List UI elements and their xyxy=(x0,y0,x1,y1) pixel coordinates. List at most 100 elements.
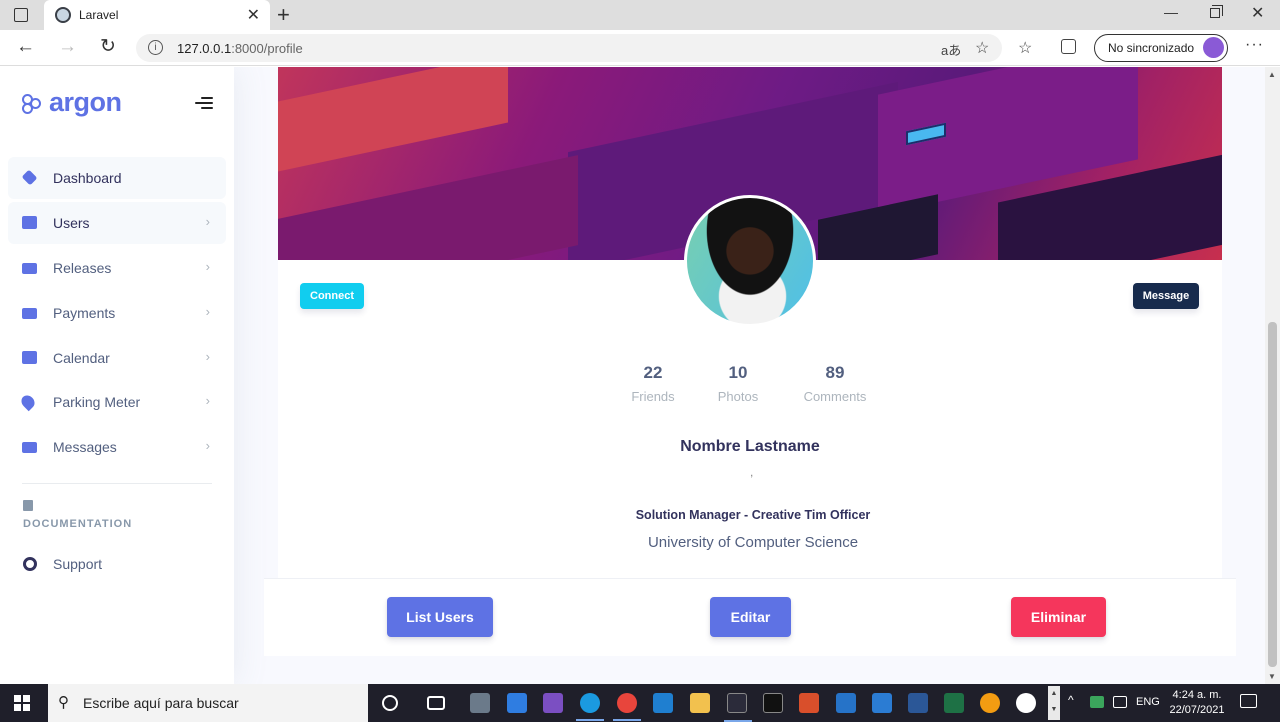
sidebar-item-label: Dashboard xyxy=(53,170,122,186)
support-link[interactable]: Support xyxy=(53,556,102,572)
stat-label: Comments xyxy=(803,389,867,404)
book-icon xyxy=(23,500,33,511)
tray-app-icon[interactable] xyxy=(1090,696,1104,708)
sidebar-item-payments[interactable]: Payments › xyxy=(8,292,226,334)
language-indicator[interactable]: ENG xyxy=(1136,696,1160,708)
support-icon[interactable] xyxy=(23,557,37,571)
mail-app-icon[interactable] xyxy=(872,693,892,713)
profile-avatar[interactable] xyxy=(684,195,816,327)
edit-button[interactable]: Editar xyxy=(710,597,791,637)
minimize-icon[interactable]: — xyxy=(1164,4,1178,20)
task-view-icon[interactable] xyxy=(427,696,445,710)
chevron-right-icon: › xyxy=(205,393,210,408)
sidebar-item-releases[interactable]: Releases › xyxy=(8,247,226,289)
sidebar-item-messages[interactable]: Messages › xyxy=(8,426,226,468)
favorites-icon[interactable]: ☆ xyxy=(1018,38,1032,58)
cmd-icon[interactable] xyxy=(763,693,783,713)
word-icon[interactable] xyxy=(908,693,928,713)
taskbar-clock[interactable]: 4:24 a. m. 22/07/2021 xyxy=(1166,688,1228,718)
sidebar-item-label: Payments xyxy=(53,305,116,321)
back-icon[interactable]: ← xyxy=(16,36,35,58)
calculator-icon[interactable] xyxy=(470,693,490,713)
address-bar[interactable]: i 127.0.0.1:8000/profile aあ ☆ xyxy=(136,34,1002,62)
url-text[interactable]: 127.0.0.1:8000/profile xyxy=(177,41,303,56)
stat-label: Photos xyxy=(717,389,759,404)
read-aloud-icon[interactable]: aあ xyxy=(941,40,961,59)
battery-icon[interactable] xyxy=(1113,696,1127,708)
mail-icon xyxy=(22,263,37,274)
edge-icon[interactable] xyxy=(576,693,604,721)
message-button[interactable]: Message xyxy=(1133,283,1199,309)
sidebar-item-users[interactable]: Users › xyxy=(8,202,226,244)
sidebar-item-label: Messages xyxy=(53,439,117,455)
taskbar-scroll[interactable]: ▲ ▼ xyxy=(1048,686,1060,720)
stat-value: 22 xyxy=(643,363,663,382)
documentation-heading: DOCUMENTATION xyxy=(23,518,133,530)
sidebar-item-label: Users xyxy=(53,215,90,231)
scroll-thumb[interactable] xyxy=(1268,322,1277,667)
git-icon[interactable] xyxy=(799,693,819,713)
scroll-down-icon[interactable]: ▼ xyxy=(1268,672,1276,681)
mail-icon xyxy=(22,442,37,453)
delete-button[interactable]: Eliminar xyxy=(1011,597,1106,637)
page-scrollbar[interactable]: ▲ ▼ xyxy=(1265,67,1280,684)
windows-taskbar: ⚲ Escribe aquí para buscar ▲ ▼ ^ ENG 4:24… xyxy=(0,684,1280,722)
sidebar-item-calendar[interactable]: Calendar › xyxy=(8,337,226,379)
profile-name: Nombre Lastname xyxy=(680,438,820,455)
forward-icon[interactable]: → xyxy=(58,36,77,58)
terminal-icon[interactable] xyxy=(724,693,752,722)
taskbar-search-placeholder: Escribe aquí para buscar xyxy=(83,695,239,711)
browser-tab[interactable]: Laravel ✕ xyxy=(44,0,270,30)
url-host: 127.0.0.1 xyxy=(177,41,232,56)
tab-favicon-icon xyxy=(55,7,71,23)
more-icon[interactable]: ··· xyxy=(1245,36,1264,54)
sidebar-item-label: Parking Meter xyxy=(53,394,141,410)
restore-icon[interactable] xyxy=(1210,5,1223,18)
browser-toolbar: ← → ↻ i 127.0.0.1:8000/profile aあ ☆ ☆ No… xyxy=(0,30,1280,66)
vscode-icon[interactable] xyxy=(653,693,673,713)
tab-actions-icon[interactable] xyxy=(14,8,28,22)
notifications-icon[interactable] xyxy=(1240,694,1257,708)
chrome-icon[interactable] xyxy=(613,693,641,721)
sidebar-item-label: Releases xyxy=(53,260,112,276)
file-explorer-icon[interactable] xyxy=(690,693,710,713)
cortana-icon[interactable] xyxy=(382,695,398,711)
brand-name: argon xyxy=(49,87,122,117)
list-users-button[interactable]: List Users xyxy=(387,597,493,637)
stat-value: 10 xyxy=(728,363,748,382)
stat-friends: 22 Friends xyxy=(608,363,698,404)
tab-close-icon[interactable]: ✕ xyxy=(247,5,260,25)
sidebar-item-parking-meter[interactable]: Parking Meter › xyxy=(8,381,226,423)
windows-start-icon[interactable] xyxy=(14,695,30,711)
reload-icon[interactable]: ↻ xyxy=(100,35,116,58)
stat-comments: 89 Comments xyxy=(790,363,880,404)
connect-button[interactable]: Connect xyxy=(300,283,364,309)
powershell-icon[interactable] xyxy=(836,693,856,713)
calendar-app-icon[interactable] xyxy=(507,693,527,713)
collections-icon[interactable] xyxy=(1061,39,1076,54)
sidenav-toggle-icon[interactable] xyxy=(195,97,213,112)
sidebar: argon Dashboard Users › Releases › Payme… xyxy=(0,67,234,684)
stat-value: 89 xyxy=(825,363,845,382)
stat-label: Friends xyxy=(631,389,675,404)
sidebar-item-dashboard[interactable]: Dashboard xyxy=(8,157,226,199)
pin-icon xyxy=(18,392,38,412)
taskbar-search-box[interactable]: ⚲ Escribe aquí para buscar xyxy=(48,684,368,722)
sync-label: No sincronizado xyxy=(1108,41,1195,55)
excel-icon[interactable] xyxy=(944,693,964,713)
profile-avatar-icon xyxy=(1203,37,1224,58)
chevron-right-icon: › xyxy=(205,259,210,274)
scroll-up-icon[interactable]: ▲ xyxy=(1268,70,1276,79)
chevron-right-icon: › xyxy=(205,438,210,453)
window-close-icon[interactable]: ✕ xyxy=(1251,3,1264,23)
new-tab-icon[interactable]: + xyxy=(277,2,290,28)
profile-job-title: Solution Manager - Creative Tim Officer xyxy=(635,508,871,522)
url-path: :8000/profile xyxy=(231,41,303,56)
tray-expand-icon[interactable]: ^ xyxy=(1068,693,1074,707)
visual-studio-icon[interactable] xyxy=(543,693,563,713)
info-icon[interactable]: i xyxy=(148,40,163,55)
app-icon[interactable] xyxy=(1016,693,1036,713)
profile-sync-button[interactable]: No sincronizado xyxy=(1094,34,1228,62)
xampp-icon[interactable] xyxy=(980,693,1000,713)
add-favorite-icon[interactable]: ☆ xyxy=(975,38,989,58)
